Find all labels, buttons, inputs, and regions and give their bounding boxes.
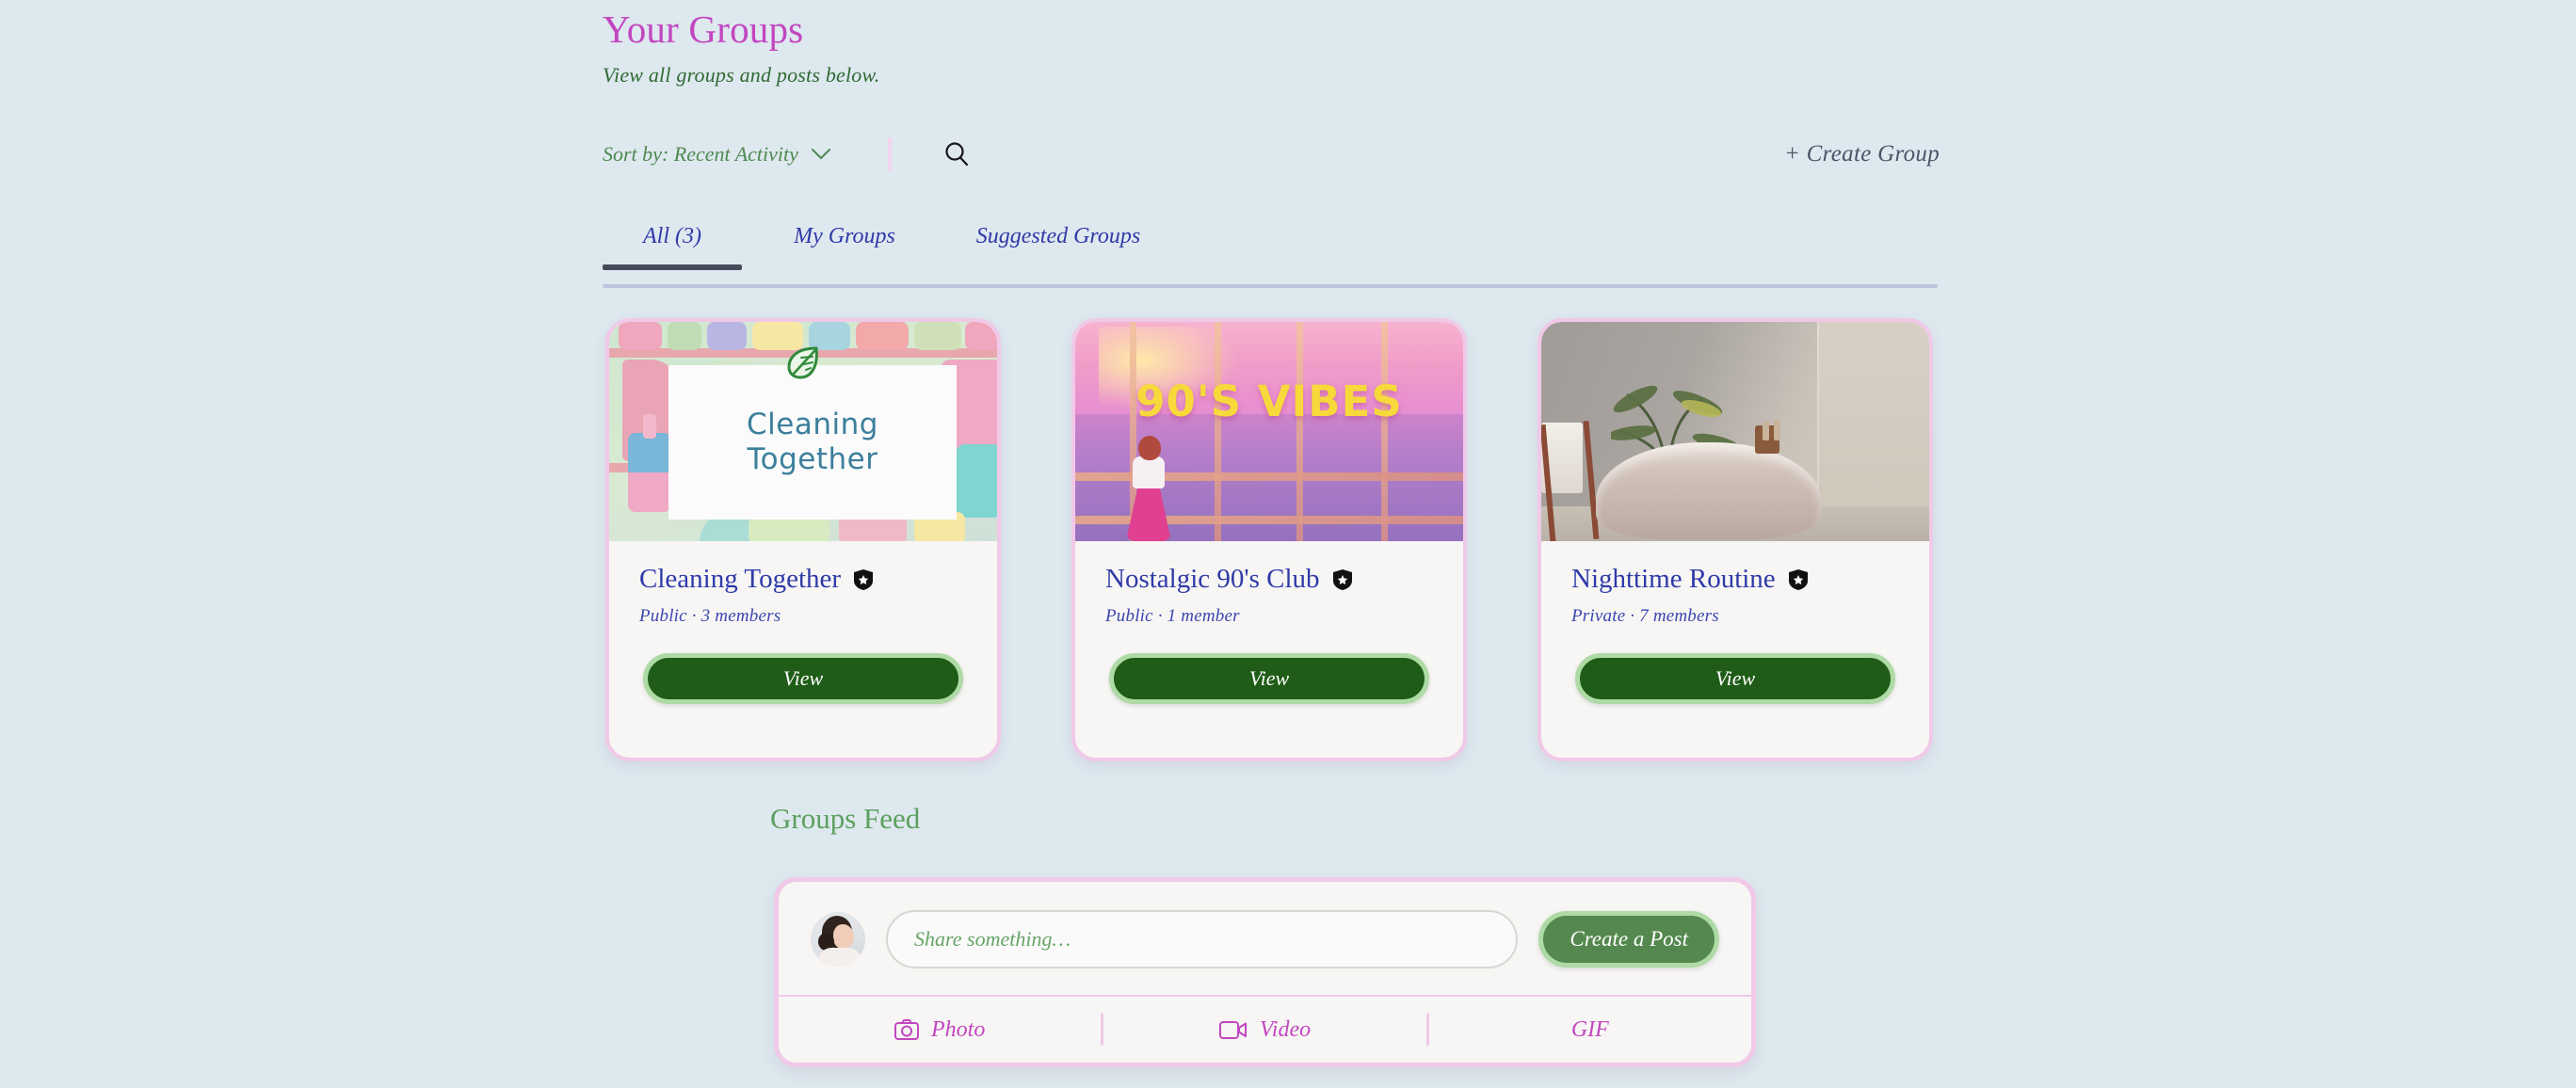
page-title: Your Groups	[603, 8, 804, 51]
group-cover-overlay-text: 90'S VIBES	[1135, 376, 1403, 426]
cover-character	[1124, 436, 1173, 541]
sort-dropdown[interactable]: Sort by: Recent Activity	[603, 142, 830, 167]
add-video-label: Video	[1259, 1016, 1312, 1042]
tab-all[interactable]: All (3)	[603, 224, 742, 270]
shield-check-icon	[1788, 568, 1808, 590]
group-meta: Private · 7 members	[1571, 606, 1719, 626]
composer-top-row: Create a Post	[779, 882, 1751, 995]
controls-divider	[887, 137, 892, 171]
group-cover-label-line2: Together	[747, 442, 878, 476]
add-gif-label: GIF	[1570, 1016, 1609, 1042]
avatar	[811, 912, 865, 967]
group-card[interactable]: 90'S VIBES Nostalgic 90's Club Public · …	[1071, 318, 1467, 761]
post-composer: Create a Post Photo	[774, 877, 1756, 1067]
camera-icon	[894, 1019, 919, 1040]
create-group-button[interactable]: + Create Group	[1784, 141, 1940, 168]
group-cover-image	[1541, 322, 1929, 541]
tabs-underline	[603, 284, 1938, 288]
group-cover-label: Cleaning Together	[668, 365, 957, 520]
group-title-row: Cleaning Together	[639, 564, 967, 595]
shield-check-icon	[1332, 568, 1352, 590]
group-card-body: Cleaning Together Public · 3 members Vie…	[609, 541, 997, 758]
tab-my-groups[interactable]: My Groups	[765, 224, 925, 270]
group-cover-label-line1: Cleaning	[747, 408, 878, 441]
leaf-icon	[781, 341, 825, 384]
group-title-row: Nighttime Routine	[1571, 564, 1899, 595]
group-name: Nighttime Routine	[1571, 564, 1776, 594]
add-video-button[interactable]: Video	[1103, 997, 1425, 1063]
group-card[interactable]: Nighttime Routine Private · 7 members Vi…	[1538, 318, 1933, 761]
group-cover-image: Cleaning Together	[609, 322, 997, 541]
view-group-button[interactable]: View	[643, 653, 963, 704]
page-subtitle: View all groups and posts below.	[603, 63, 880, 88]
group-cover-image: 90'S VIBES	[1075, 322, 1463, 541]
add-photo-button[interactable]: Photo	[779, 997, 1101, 1063]
group-meta: Public · 1 member	[1105, 606, 1240, 626]
view-group-button[interactable]: View	[1109, 653, 1429, 704]
group-card-body: Nostalgic 90's Club Public · 1 member Vi…	[1075, 541, 1463, 758]
groups-page: Your Groups View all groups and posts be…	[0, 0, 2576, 1088]
shield-check-icon	[854, 568, 874, 590]
create-post-button[interactable]: Create a Post	[1538, 911, 1719, 968]
group-title-row: Nostalgic 90's Club	[1105, 564, 1433, 595]
video-camera-icon	[1218, 1019, 1248, 1040]
share-input[interactable]	[886, 910, 1519, 968]
controls-bar: Sort by: Recent Activity + Create Group	[603, 132, 1940, 177]
composer-actions: Photo Video GIF	[779, 995, 1751, 1063]
group-name: Nostalgic 90's Club	[1105, 564, 1320, 594]
group-meta: Public · 3 members	[639, 606, 781, 626]
search-icon[interactable]	[941, 138, 973, 170]
group-tabs: All (3) My Groups Suggested Groups	[603, 224, 1938, 270]
tab-suggested-groups[interactable]: Suggested Groups	[945, 224, 1171, 270]
group-name: Cleaning Together	[639, 564, 842, 594]
page-header: Your Groups View all groups and posts be…	[603, 0, 1940, 88]
chevron-down-icon	[811, 149, 830, 160]
view-group-button[interactable]: View	[1575, 653, 1895, 704]
feed-heading: Groups Feed	[770, 802, 921, 835]
sort-dropdown-label: Sort by: Recent Activity	[603, 142, 798, 166]
group-card[interactable]: Cleaning Together Cleaning Together Publ…	[605, 318, 1001, 761]
add-photo-label: Photo	[931, 1016, 986, 1042]
group-card-list: Cleaning Together Cleaning Together Publ…	[605, 318, 1933, 761]
add-gif-button[interactable]: GIF	[1429, 997, 1751, 1063]
group-card-body: Nighttime Routine Private · 7 members Vi…	[1541, 541, 1929, 758]
